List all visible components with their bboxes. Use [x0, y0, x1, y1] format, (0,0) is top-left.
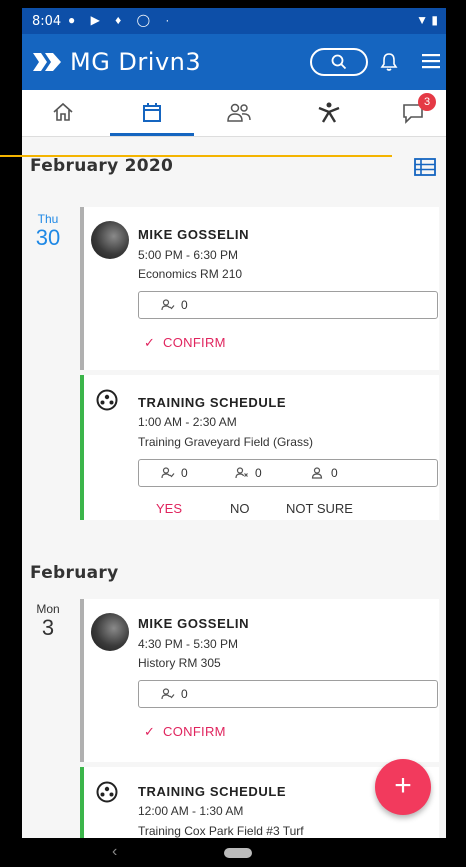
- confirm-button[interactable]: ✓ CONFIRM: [144, 335, 226, 351]
- accepted-count: 0: [161, 298, 188, 312]
- active-tab-indicator: [110, 133, 194, 136]
- calendar-icon: [143, 103, 161, 122]
- declined-count: 0: [235, 466, 262, 480]
- day-number: 30: [35, 225, 61, 250]
- day-weekday: Mon: [36, 602, 60, 616]
- accepted-count: 0: [161, 466, 188, 480]
- schedule-list: February 2020 Thu 30 MIKE GOSSELIN 5:00 …: [22, 137, 446, 838]
- logo-icon: [33, 53, 61, 71]
- status-time: 8:04: [32, 14, 62, 29]
- back-icon[interactable]: ‹: [112, 843, 117, 861]
- user-check-icon: [161, 688, 175, 700]
- user-check-icon: [161, 467, 175, 479]
- event-location: Training Graveyard Field (Grass): [138, 435, 313, 449]
- activity-icon: [318, 102, 340, 123]
- event-location: Economics RM 210: [138, 267, 243, 281]
- app-title: MG Drivn3: [70, 48, 202, 76]
- bell-icon[interactable]: [380, 52, 398, 72]
- menu-icon[interactable]: [422, 53, 440, 69]
- day-label: Mon 3: [26, 602, 70, 640]
- day-weekday: Thu: [37, 212, 59, 226]
- wifi-battery-icon: ▼ ▮: [416, 13, 438, 27]
- event-time: 1:00 AM - 2:30 AM: [138, 415, 237, 429]
- add-event-fab[interactable]: +: [375, 759, 431, 815]
- month-header: February: [30, 563, 119, 583]
- unsure-count: 0: [311, 466, 338, 480]
- avatar: [91, 221, 129, 259]
- home-icon: [53, 102, 73, 121]
- user-x-icon: [235, 467, 248, 479]
- event-card[interactable]: MIKE GOSSELIN 4:30 PM - 5:30 PM History …: [80, 599, 439, 762]
- response-counts: 0 0 0: [138, 459, 438, 487]
- rsvp-yes-button[interactable]: YES: [156, 501, 182, 516]
- event-title: MIKE GOSSELIN: [138, 616, 250, 631]
- rsvp-no-button[interactable]: NO: [230, 501, 250, 516]
- app-screen: 8:04 ● ▶ ♦ ◯ · ▼ ▮ MG Drivn3 3 February …: [22, 8, 446, 838]
- accepted-count: 0: [161, 687, 188, 701]
- event-location: History RM 305: [138, 656, 221, 670]
- event-title: MIKE GOSSELIN: [138, 227, 250, 242]
- confirm-button[interactable]: ✓ CONFIRM: [144, 724, 226, 740]
- event-title: TRAINING SCHEDULE: [138, 784, 287, 799]
- notification-icons: ● ▶ ♦ ◯ ·: [68, 13, 176, 27]
- response-counts: 0: [138, 291, 438, 319]
- divider-line: [0, 155, 392, 157]
- search-icon: [331, 54, 347, 70]
- event-time: 5:00 PM - 6:30 PM: [138, 248, 239, 262]
- tab-home[interactable]: [33, 90, 93, 136]
- event-time: 12:00 AM - 1:30 AM: [138, 804, 244, 818]
- month-header: February 2020: [30, 156, 174, 176]
- event-time: 4:30 PM - 5:30 PM: [138, 637, 239, 651]
- tab-activity[interactable]: [298, 90, 358, 136]
- tab-calendar[interactable]: [122, 90, 182, 136]
- user-check-icon: [161, 299, 175, 311]
- tab-bar: 3: [22, 90, 446, 137]
- search-button[interactable]: [310, 48, 368, 76]
- system-nav-bar: ‹: [0, 838, 466, 867]
- messages-badge: 3: [418, 93, 436, 111]
- event-card[interactable]: TRAINING SCHEDULE 1:00 AM - 2:30 AM Trai…: [80, 375, 439, 520]
- list-view-icon[interactable]: [414, 158, 436, 176]
- app-bar: MG Drivn3: [22, 34, 446, 90]
- avatar: [91, 613, 129, 651]
- event-location: Training Cox Park Field #3 Turf: [138, 824, 304, 838]
- response-counts: 0: [138, 680, 438, 708]
- rsvp-not-sure-button[interactable]: NOT SURE: [286, 501, 353, 516]
- day-number: 3: [41, 615, 55, 640]
- event-card[interactable]: MIKE GOSSELIN 5:00 PM - 6:30 PM Economic…: [80, 207, 439, 370]
- team-icon: [227, 103, 251, 122]
- day-label: Thu 30: [26, 212, 70, 250]
- home-pill-icon[interactable]: [224, 848, 252, 858]
- soccer-ball-icon: [96, 781, 118, 803]
- event-title: TRAINING SCHEDULE: [138, 395, 287, 410]
- user-icon: [311, 467, 323, 479]
- status-bar: 8:04 ● ▶ ♦ ◯ · ▼ ▮: [22, 8, 446, 34]
- tab-team[interactable]: [207, 90, 267, 136]
- soccer-ball-icon: [96, 389, 118, 411]
